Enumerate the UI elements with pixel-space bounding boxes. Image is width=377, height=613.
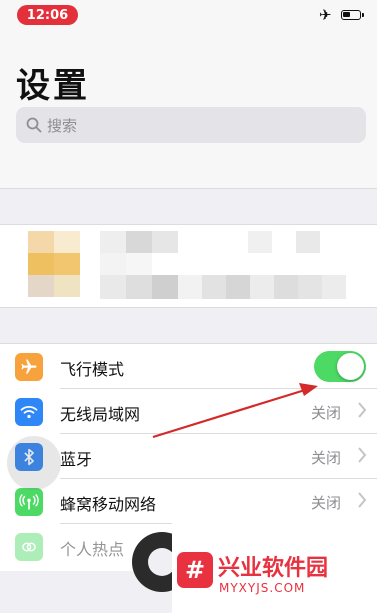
status-time[interactable]: 12:06 [17, 5, 78, 25]
hotspot-icon [15, 533, 43, 561]
touch-indicator [7, 436, 61, 490]
search-placeholder: 搜索 [47, 116, 78, 135]
setting-label: 飞行模式 [60, 360, 125, 379]
setting-row-wifi[interactable]: 无线局域网 关闭 [0, 389, 377, 434]
battery-icon [341, 10, 364, 20]
setting-value: 关闭 [310, 404, 341, 422]
chevron-right-icon [358, 492, 367, 508]
chevron-right-icon [358, 447, 367, 463]
watermark-name: 兴业软件园 [218, 556, 329, 581]
apple-id-profile-cell[interactable] [0, 224, 377, 308]
chevron-right-icon [358, 402, 367, 418]
page-title: 设置 [16, 66, 90, 106]
airplane-mode-status-icon: ✈ [319, 6, 332, 24]
airplane-mode-toggle[interactable] [314, 351, 366, 382]
watermark: # 兴业软件园 MYXYJS.COM [132, 522, 377, 613]
setting-label: 无线局域网 [60, 405, 141, 424]
airplane-icon [15, 353, 43, 381]
setting-label: 个人热点 [60, 540, 125, 559]
setting-label: 蜂窝移动网络 [60, 495, 157, 514]
setting-value: 关闭 [310, 494, 341, 512]
avatar [28, 225, 88, 307]
setting-label: 蓝牙 [60, 450, 93, 469]
setting-row-cellular[interactable]: 蜂窝移动网络 关闭 [0, 479, 377, 524]
status-bar: 12:06 ✈ [0, 0, 377, 30]
setting-value: 关闭 [310, 449, 341, 467]
watermark-logo-icon: # [177, 552, 213, 588]
search-icon [26, 117, 42, 133]
wifi-icon [15, 398, 43, 426]
watermark-url: MYXYJS.COM [219, 581, 306, 595]
search-input[interactable]: 搜索 [16, 107, 366, 143]
setting-row-airplane-mode[interactable]: 飞行模式 [0, 344, 377, 389]
cellular-icon [15, 488, 43, 516]
blurred-account-name [100, 225, 350, 307]
